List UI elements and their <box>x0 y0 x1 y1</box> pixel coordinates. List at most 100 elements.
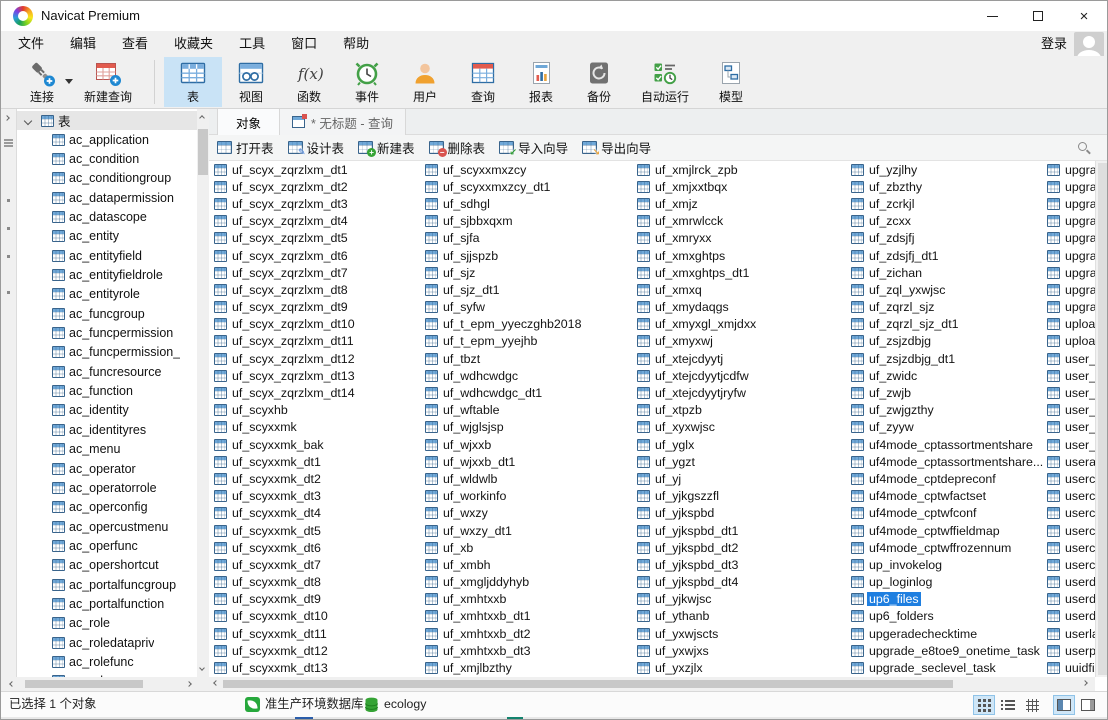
tree-item[interactable]: ac_operatorrole <box>17 478 197 497</box>
table-list-item[interactable]: uf_zsjzdbjg_dt1 <box>851 350 1043 367</box>
table-list-item[interactable]: uf_zbzthy <box>851 178 1043 195</box>
table-list-item[interactable]: uf_scyxxmk_dt4 <box>214 505 420 522</box>
table-list-item-selected[interactable]: up6_files <box>851 591 1043 608</box>
chevron-right-icon[interactable] <box>4 115 10 121</box>
main-horizontal-scrollbar[interactable] <box>209 677 1095 691</box>
table-list-item[interactable]: uf_scyxxmk_bak <box>214 436 420 453</box>
table-list-item[interactable]: uf_wdhcwdgc <box>425 367 632 384</box>
menu-item[interactable]: 工具 <box>226 31 278 56</box>
table-list-item[interactable]: uf_sjz_dt1 <box>425 281 632 298</box>
table-list-item[interactable]: uf_wxzy <box>425 505 632 522</box>
table-list-item[interactable]: uf_scyxxmk_dt5 <box>214 522 420 539</box>
table-list-item[interactable]: uf_zqrzl_sjz <box>851 299 1043 316</box>
tree-item[interactable]: ac_menu <box>17 440 197 459</box>
table-list-item[interactable]: upgrad <box>1047 230 1095 247</box>
table-list-item[interactable]: uf_scyxxmk_dt13 <box>214 659 420 676</box>
table-list-item[interactable]: user_d <box>1047 350 1095 367</box>
tree-item[interactable]: ac_identity <box>17 401 197 420</box>
table-list-item[interactable]: uf_ythanb <box>637 608 846 625</box>
tree-item[interactable]: ac_operator <box>17 459 197 478</box>
table-list-item[interactable]: uf_yglx <box>637 436 846 453</box>
tree-item[interactable]: ac_datascope <box>17 207 197 226</box>
menu-item[interactable]: 查看 <box>109 31 161 56</box>
sidebar-vertical-scrollbar[interactable] <box>197 109 209 677</box>
table-list-item[interactable]: upgrad <box>1047 178 1095 195</box>
tree-item[interactable]: ac_application <box>17 130 197 149</box>
table-list-item[interactable]: uf_scyx_zqrzlxm_dt7 <box>214 264 420 281</box>
table-list-item[interactable]: up6_folders <box>851 608 1043 625</box>
tree-item[interactable]: ac_function <box>17 381 197 400</box>
table-list-item[interactable]: uf_xmhtxxb_dt2 <box>425 625 632 642</box>
table-list-item[interactable]: uf_zcrkjl <box>851 195 1043 212</box>
tab-query[interactable]: * 无标题 - 查询 <box>280 109 406 135</box>
tree-item[interactable]: ac_role <box>17 614 197 633</box>
tree-item[interactable]: ac_portalfunction <box>17 594 197 613</box>
table-list-item[interactable]: uf_sjz <box>425 264 632 281</box>
table-list-item[interactable]: uf_scyxxmk_dt2 <box>214 470 420 487</box>
table-list-item[interactable]: usercla <box>1047 470 1095 487</box>
table-list-item[interactable]: uf_zql_yxwjsc <box>851 281 1043 298</box>
table-list-item[interactable]: uf4mode_cptwfactset <box>851 488 1043 505</box>
table-list-item[interactable]: uf_yjkspbd_dt2 <box>637 539 846 556</box>
table-list-item[interactable]: uf_wldwlb <box>425 470 632 487</box>
table-list-item[interactable]: uf_wdhcwdgc_dt1 <box>425 384 632 401</box>
table-list-item[interactable]: uf_sjjspzb <box>425 247 632 264</box>
menu-item[interactable]: 帮助 <box>330 31 382 56</box>
table-list-item[interactable]: uf_scyx_zqrzlxm_dt10 <box>214 316 420 333</box>
tree-item[interactable]: ac_entityrole <box>17 285 197 304</box>
table-list-item[interactable]: upload <box>1047 316 1095 333</box>
table-list-item[interactable]: uf_scyxxmk_dt11 <box>214 625 420 642</box>
table-list-item[interactable]: uf_sjfa <box>425 230 632 247</box>
table-list-item[interactable]: uf_syfw <box>425 299 632 316</box>
table-list-item[interactable]: uf_xmxghtps <box>637 247 846 264</box>
tree-item[interactable]: ac_operfunc <box>17 536 197 555</box>
table-list-item[interactable]: userco <box>1047 522 1095 539</box>
table-list-item[interactable]: uf_scyx_zqrzlxm_dt6 <box>214 247 420 264</box>
table-list-item[interactable]: uf_scyx_zqrzlxm_dt4 <box>214 213 420 230</box>
sidebar-horizontal-scrollbar[interactable] <box>3 677 209 691</box>
table-list-item[interactable]: upgrad <box>1047 264 1095 281</box>
table-list-item[interactable]: uf_wjxxb <box>425 436 632 453</box>
table-list-item[interactable]: uf_yjkspbd <box>637 505 846 522</box>
table-list-item[interactable]: uf4mode_cptassortmentshare <box>851 436 1043 453</box>
table-list-item[interactable]: uf_zcxx <box>851 213 1043 230</box>
scroll-left-icon[interactable] <box>9 681 15 687</box>
table-list-item[interactable]: uf_xmxq <box>637 281 846 298</box>
table-list-item[interactable]: uf_sdhgl <box>425 195 632 212</box>
table-list-item[interactable]: uf_yxwjxs <box>637 642 846 659</box>
tree-item[interactable]: ac_roledatapriv <box>17 633 197 652</box>
toolbar-item-model[interactable]: 模型 <box>702 57 760 107</box>
table-list-item[interactable]: uf_xmyxwj <box>637 333 846 350</box>
table-list-item[interactable]: uf_zwjb <box>851 384 1043 401</box>
toolbar-item-query[interactable]: 查询 <box>454 57 512 107</box>
tree-item[interactable]: ac_entityfieldrole <box>17 265 197 284</box>
tree-item[interactable]: ac_funcpermission_ <box>17 343 197 362</box>
scroll-right-icon[interactable] <box>1082 680 1088 686</box>
table-list-item[interactable]: user_la <box>1047 419 1095 436</box>
table-list-item[interactable]: uf_zwjgzthy <box>851 402 1043 419</box>
table-list-item[interactable]: user_fa <box>1047 402 1095 419</box>
table-list-item[interactable]: userco <box>1047 539 1095 556</box>
scroll-right-icon[interactable] <box>186 681 192 687</box>
table-list-item[interactable]: uf_xmjlbzthy <box>425 659 632 676</box>
table-list-item[interactable]: uf_yzjlhy <box>851 161 1043 178</box>
table-list-item[interactable]: uf_scyxxmk_dt12 <box>214 642 420 659</box>
table-list-item[interactable]: uf_scyx_zqrzlxm_dt8 <box>214 281 420 298</box>
table-list-item[interactable]: userpri <box>1047 642 1095 659</box>
table-list-item[interactable]: uf_xmrwlcck <box>637 213 846 230</box>
table-list-item[interactable]: uf4mode_cptdepreconf <box>851 470 1043 487</box>
table-list-item[interactable]: uf_zwidc <box>851 367 1043 384</box>
tree-item[interactable]: ac_condition <box>17 149 197 168</box>
table-list-item[interactable]: uf_zsjzdbjg <box>851 333 1043 350</box>
table-list-item[interactable]: user_se <box>1047 436 1095 453</box>
minimize-button[interactable] <box>969 1 1015 31</box>
table-list-item[interactable]: uf_scyx_zqrzlxm_dt2 <box>214 178 420 195</box>
login-link[interactable]: 登录 <box>1041 31 1067 56</box>
table-list-item[interactable]: user_d <box>1047 384 1095 401</box>
table-list-item[interactable]: uf_yxzjlx <box>637 659 846 676</box>
table-list-item[interactable]: uf_zqrzl_sjz_dt1 <box>851 316 1043 333</box>
table-list-item[interactable]: uf_xb <box>425 539 632 556</box>
menu-item[interactable]: 收藏夹 <box>161 31 226 56</box>
table-list-item[interactable]: userde <box>1047 591 1095 608</box>
table-list-item[interactable]: uf_scyx_zqrzlxm_dt1 <box>214 161 420 178</box>
